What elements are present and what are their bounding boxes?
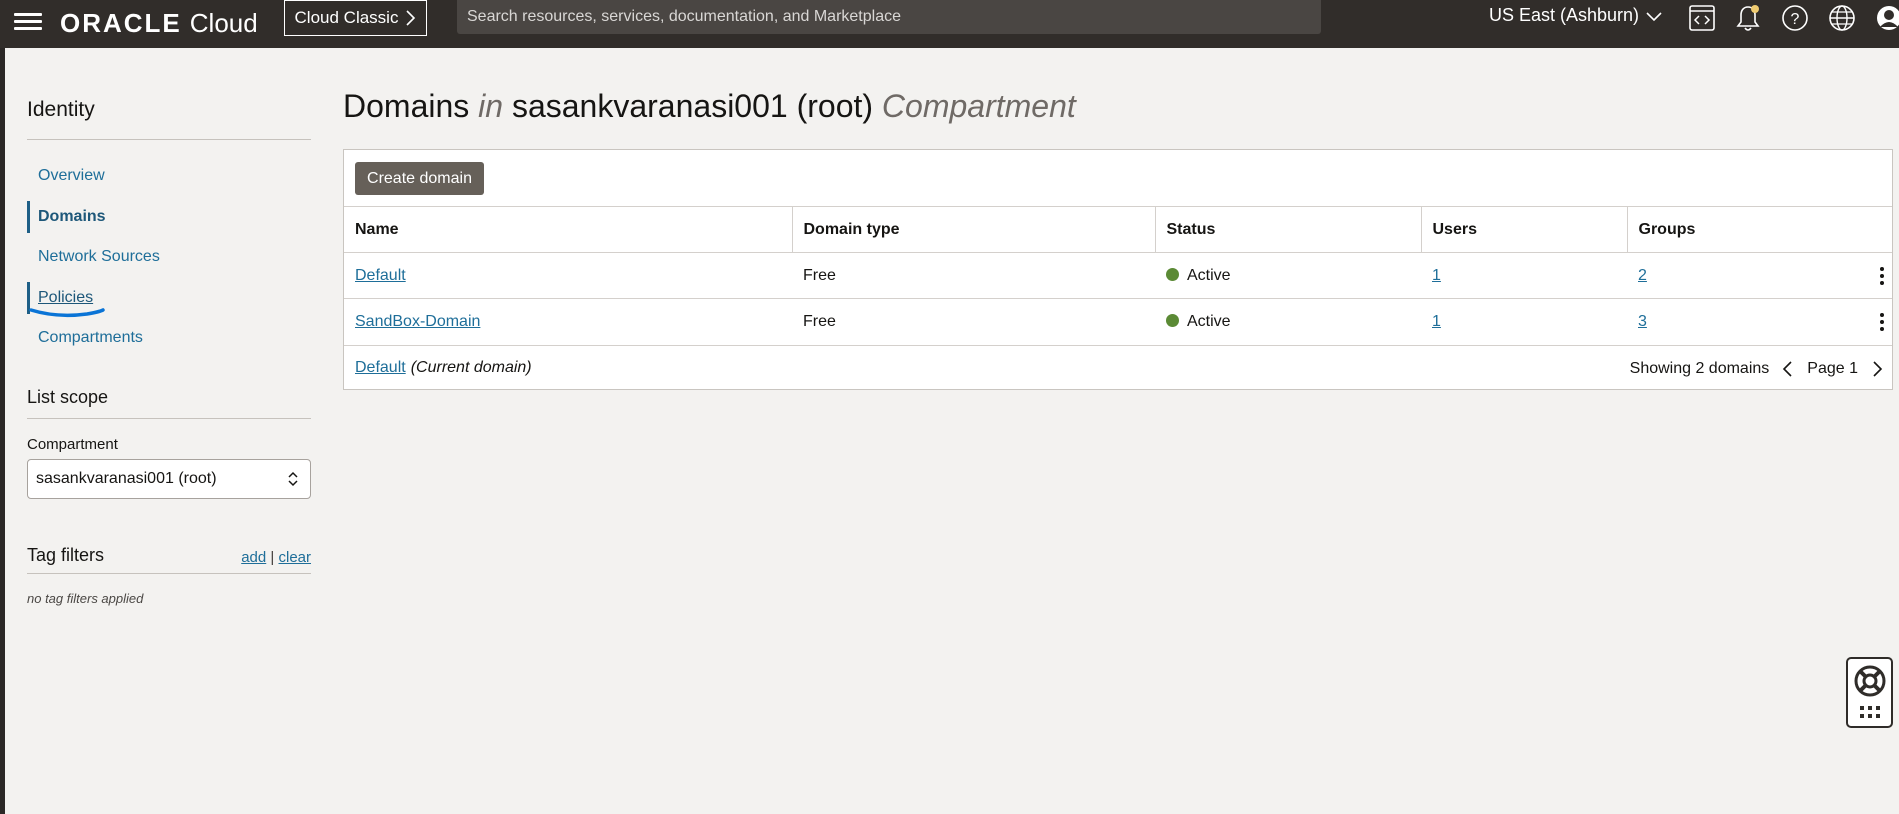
showing-count: Showing 2 domains [1629, 359, 1770, 377]
title-prefix: Domains [343, 88, 470, 124]
page-title: Domains in sasankvaranasi001 (root) Comp… [343, 88, 1076, 125]
status-active-icon [1166, 313, 1179, 327]
tag-add-link[interactable]: add [241, 549, 266, 566]
globe-icon[interactable] [1827, 3, 1857, 33]
help-support-widget[interactable] [1846, 657, 1893, 728]
apps-grid-icon [1859, 706, 1880, 718]
table-row: Default Free Active 1 2 [344, 252, 1892, 299]
no-tag-filters-text: no tag filters applied [27, 590, 144, 606]
lifebuoy-icon [1854, 665, 1885, 697]
column-header-groups[interactable]: Groups [1627, 206, 1892, 253]
tag-filters-header: Tag filters add | clear [27, 544, 311, 574]
select-sort-icon [288, 471, 298, 486]
table-footer: Default (Current domain) Showing 2 domai… [344, 345, 1892, 390]
list-scope-title: List scope [27, 387, 311, 419]
previous-page-icon[interactable] [1781, 359, 1795, 379]
search-input[interactable] [467, 8, 1321, 26]
cell-name: Default [344, 252, 792, 299]
page-indicator: Page 1 [1807, 359, 1858, 377]
cell-domain-type: Free [792, 298, 1155, 345]
sidebar-item-policies[interactable]: Policies [27, 278, 311, 319]
status-active-icon [1166, 267, 1179, 281]
region-label: US East (Ashburn) [1489, 5, 1640, 25]
column-header-users[interactable]: Users [1421, 206, 1628, 253]
help-icon[interactable]: ? [1780, 3, 1810, 33]
title-in: in [478, 88, 504, 124]
sidebar-item-overview[interactable]: Overview [27, 156, 311, 197]
svg-text:?: ? [1791, 11, 1800, 28]
row-actions-kebab-icon[interactable] [1877, 312, 1887, 332]
column-header-name[interactable]: Name [344, 206, 793, 253]
column-header-status[interactable]: Status [1155, 206, 1422, 253]
users-count-link[interactable]: 1 [1432, 313, 1441, 330]
title-compartment: sasankvaranasi001 (root) [511, 88, 874, 124]
current-domain-link[interactable]: Default [355, 359, 406, 377]
tag-link-separator: | [270, 548, 275, 566]
compartment-label: Compartment [27, 435, 118, 453]
next-page-icon[interactable] [1870, 359, 1884, 379]
product-name: Cloud [189, 8, 258, 38]
create-domain-button[interactable]: Create domain [355, 162, 484, 195]
chevron-right-icon [406, 10, 416, 26]
sidebar-item-compartments[interactable]: Compartments [27, 318, 311, 359]
column-header-domain-type[interactable]: Domain type [792, 206, 1156, 253]
chevron-down-icon [1646, 11, 1662, 21]
profile-icon[interactable] [1874, 3, 1899, 33]
left-edge-border [0, 48, 5, 814]
oracle-cloud-logo[interactable]: ORACLE Cloud [60, 8, 258, 39]
top-navigation-bar: ORACLE Cloud Cloud Classic US East (Ashb… [0, 0, 1899, 48]
tag-filter-links: add | clear [241, 549, 311, 566]
code-editor-icon[interactable] [1687, 3, 1717, 33]
table-row: SandBox-Domain Free Active 1 3 [344, 298, 1892, 345]
domains-table-panel: Create domain Name Domain type Status Us… [343, 149, 1893, 390]
status-text: Active [1187, 266, 1231, 284]
table-header-row: Name Domain type Status Users Groups [344, 206, 1892, 253]
domains-table: Name Domain type Status Users Groups Def… [344, 206, 1892, 345]
domain-link[interactable]: Default [355, 267, 406, 284]
row-actions-kebab-icon[interactable] [1877, 266, 1887, 286]
sidebar-item-domains[interactable]: Domains [27, 197, 311, 238]
tag-clear-link[interactable]: clear [278, 549, 311, 566]
cell-users: 1 [1421, 298, 1627, 345]
brand-name: ORACLE [60, 8, 182, 38]
cell-domain-type: Free [792, 252, 1155, 299]
cell-status: Active [1155, 298, 1421, 345]
highlight-scribble [29, 307, 105, 317]
current-domain-note: (Current domain) [410, 359, 532, 376]
sidebar-nav: Overview Domains Network Sources Policie… [27, 156, 311, 359]
cloud-classic-label: Cloud Classic [294, 8, 399, 27]
groups-count-link[interactable]: 2 [1638, 267, 1647, 284]
cloud-classic-button[interactable]: Cloud Classic [284, 0, 427, 36]
compartment-value: sasankvaranasi001 (root) [36, 469, 217, 487]
global-search-bar[interactable] [457, 0, 1321, 34]
compartment-select[interactable]: sasankvaranasi001 (root) [27, 458, 311, 499]
cell-status: Active [1155, 252, 1421, 299]
users-count-link[interactable]: 1 [1432, 267, 1441, 284]
region-selector[interactable]: US East (Ashburn) [1489, 5, 1663, 26]
cell-groups: 3 [1627, 298, 1892, 345]
cell-name: SandBox-Domain [344, 298, 792, 345]
status-text: Active [1187, 312, 1231, 330]
sidebar-title: Identity [27, 96, 311, 140]
tag-filters-title: Tag filters [27, 544, 105, 565]
domain-link[interactable]: SandBox-Domain [355, 313, 480, 330]
menu-icon[interactable] [14, 9, 42, 33]
identity-sidebar: Identity Overview Domains Network Source… [27, 96, 311, 606]
groups-count-link[interactable]: 3 [1638, 313, 1647, 330]
sidebar-item-network-sources[interactable]: Network Sources [27, 237, 311, 278]
cell-groups: 2 [1627, 252, 1892, 299]
notification-bell-icon[interactable] [1733, 3, 1763, 33]
title-suffix: Compartment [881, 88, 1076, 124]
cell-users: 1 [1421, 252, 1627, 299]
pagination: Showing 2 domains Page 1 [1630, 346, 1884, 391]
